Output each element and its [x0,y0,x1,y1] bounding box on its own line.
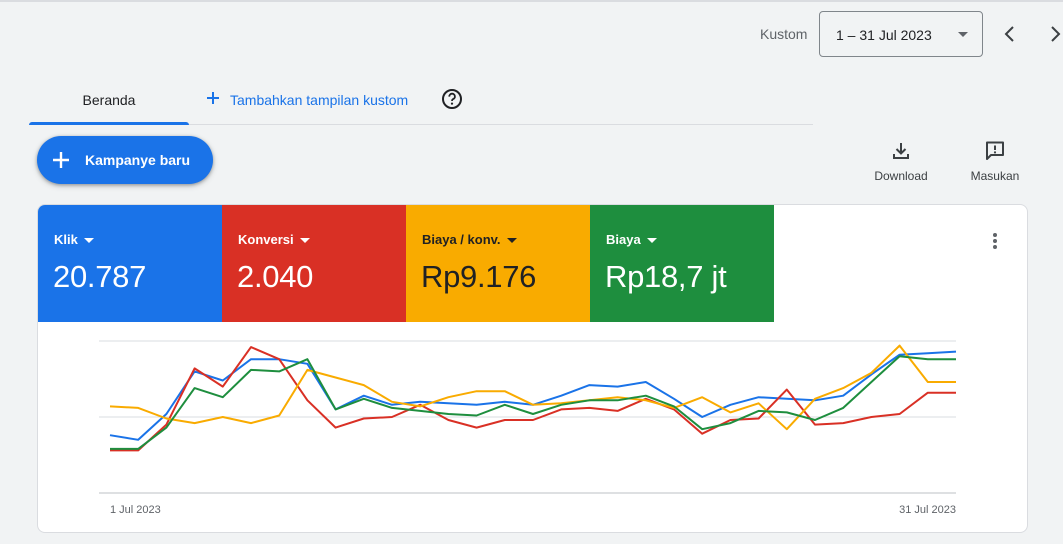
metric-label: Biaya [606,232,657,247]
view-tabs: Beranda Tambahkan tampilan kustom [29,76,813,125]
metric-tile-cost[interactable]: Biaya Rp18,7 jt [590,205,774,322]
chevron-right-icon[interactable] [1045,22,1063,46]
metric-value: Rp18,7 jt [605,259,727,294]
more-vert-icon[interactable] [985,231,1005,251]
download-label: Download [874,169,928,183]
dropdown-caret-icon [646,238,657,244]
performance-line-chart: 1 Jul 2023 31 Jul 2023 [99,340,957,516]
metric-value: Rp9.176 [421,259,537,294]
series-line-1 [109,350,957,441]
metric-value: 2.040 [237,259,314,294]
plus-icon [53,152,69,168]
active-tab-indicator [29,122,189,125]
metric-value: 20.787 [53,259,147,294]
download-button[interactable]: Download [866,139,936,187]
download-icon [893,143,909,159]
metric-label: Konversi [238,232,310,247]
date-range-label: Kustom [760,26,808,42]
plus-icon [207,92,219,104]
metric-tile-clicks[interactable]: Klik 20.787 [38,205,222,322]
date-range-value: 1 – 31 Jul 2023 [836,27,932,43]
dropdown-caret-icon [958,32,968,37]
dropdown-caret-icon [506,238,517,244]
dropdown-caret-icon [299,238,310,244]
performance-card: Klik 20.787 Konversi 2.040 Biaya / konv.… [37,204,1028,533]
date-range-select[interactable]: 1 – 31 Jul 2023 [819,11,983,57]
metric-label: Klik [54,232,94,247]
tab-beranda[interactable]: Beranda [29,76,189,125]
chevron-left-icon[interactable] [998,22,1020,46]
metric-tile-cost-per-conversion[interactable]: Biaya / konv. Rp9.176 [406,205,590,322]
tab-beranda-label: Beranda [82,92,136,108]
help-circle-icon[interactable] [441,88,463,110]
new-campaign-button[interactable]: Kampanye baru [37,136,213,184]
x-tick-end: 31 Jul 2023 [899,504,956,516]
top-divider [0,0,1063,2]
metric-label: Biaya / konv. [422,232,517,247]
new-campaign-label: Kampanye baru [85,152,191,168]
feedback-button[interactable]: Masukan [960,139,1030,187]
feedback-icon [986,141,1004,160]
x-tick-start: 1 Jul 2023 [110,504,161,516]
add-custom-view-label: Tambahkan tampilan kustom [230,92,409,108]
feedback-label: Masukan [970,169,1020,183]
dropdown-caret-icon [83,238,94,244]
metric-tile-conversions[interactable]: Konversi 2.040 [222,205,406,322]
